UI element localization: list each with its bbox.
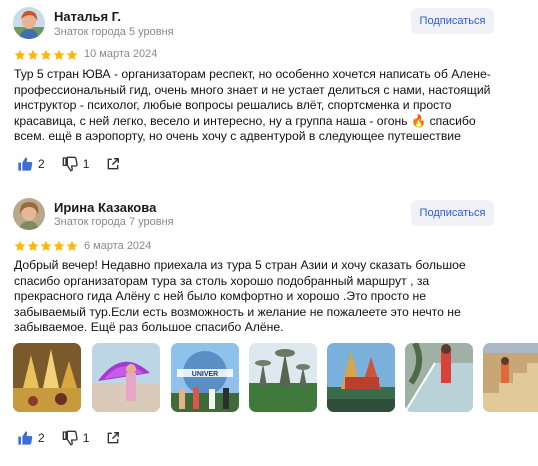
dislike-count: 1 [82,431,90,445]
photo-universal-globe[interactable]: UNIVER [171,343,239,412]
subscribe-button[interactable]: Подписаться [411,8,494,34]
like-button[interactable]: 2 [17,430,45,446]
share-icon [108,158,120,170]
like-count: 2 [38,431,45,445]
star-icon [40,240,52,251]
avatar[interactable] [13,198,45,230]
review-actions: 2 1 [17,156,120,172]
reviewer-name[interactable]: Ирина Казакова [54,200,156,215]
avatar[interactable] [13,7,45,39]
thumbs-up-icon [18,157,33,171]
share-button[interactable] [106,157,120,171]
thumbs-down-icon [62,430,78,446]
svg-text:UNIVER: UNIVER [192,371,218,378]
rating-stars [14,49,78,61]
share-button[interactable] [106,431,120,445]
share-icon [108,432,120,444]
thumbs-up-icon [18,431,33,445]
review-text: Тур 5 стран ЮВА - организаторам респект,… [14,67,491,144]
dislike-button[interactable]: 1 [62,156,90,172]
rating-stars [14,240,78,252]
star-icon [53,49,65,60]
photo-stairs-temple[interactable] [483,343,538,412]
star-icon [14,49,26,60]
photo-purple-umbrella[interactable] [92,343,160,412]
star-icon [66,49,78,60]
star-icon [40,49,52,60]
review-text: Добрый вечер! Недавно приехала из тура 5… [14,258,466,335]
photo-glass-walkway[interactable] [405,343,473,412]
photo-temple-lake[interactable] [327,343,395,412]
star-icon [66,240,78,251]
reviewer-level: Знаток города 7 уровня [54,216,174,228]
review-actions: 2 1 [17,430,120,446]
photo-gardens-supertrees[interactable] [249,343,317,412]
photo-gallery: UNIVER [13,343,538,412]
like-count: 2 [38,157,45,171]
dislike-count: 1 [82,157,90,171]
review-date: 6 марта 2024 [84,240,152,252]
subscribe-button[interactable]: Подписаться [411,200,494,226]
reviewer-level: Знаток города 5 уровня [54,26,174,38]
photo-temple-gold[interactable] [13,343,81,412]
star-icon [14,240,26,251]
like-button[interactable]: 2 [17,156,45,172]
dislike-button[interactable]: 1 [62,430,90,446]
star-icon [27,240,39,251]
star-icon [53,240,65,251]
review-date: 10 марта 2024 [84,48,158,60]
thumbs-down-icon [62,156,78,172]
star-icon [27,49,39,60]
reviewer-name[interactable]: Наталья Г. [54,9,121,24]
